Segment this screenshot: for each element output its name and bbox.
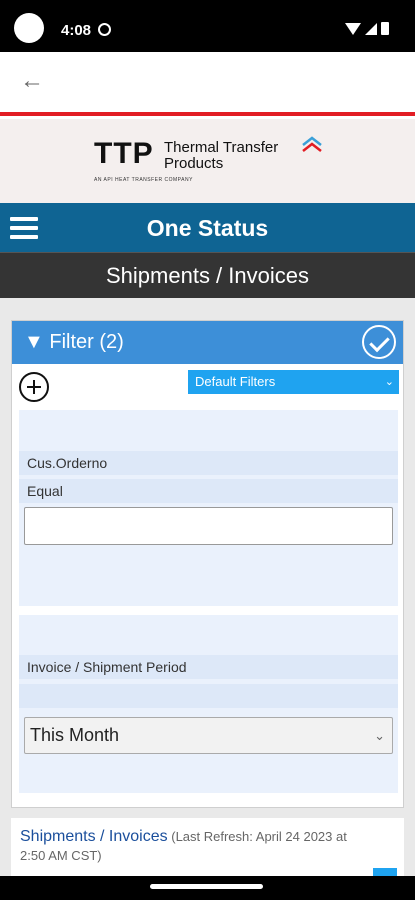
filter-condition-2: Invoice / Shipment Period This Month ⌄: [19, 615, 398, 793]
app-bar: ←: [0, 52, 415, 112]
status-time: 4:08: [61, 22, 92, 39]
gesture-nav-bar: [0, 876, 415, 900]
logo-name-line1: Thermal Transfer: [164, 139, 279, 156]
results-title-line: Shipments / Invoices (Last Refresh: Apri…: [20, 828, 347, 846]
period-select[interactable]: This Month ⌄: [24, 717, 393, 754]
period-selected-value: This Month: [30, 725, 120, 745]
results-action-tab[interactable]: [373, 868, 397, 876]
chevron-down-icon: ⌄: [374, 728, 385, 743]
camera-cutout: [14, 13, 44, 43]
logo-name-line2: Products: [164, 155, 224, 172]
refresh-info: (Last Refresh: April 24 2023 at: [167, 829, 347, 844]
operator-label: [19, 684, 398, 708]
chevron-down-icon: ⌄: [384, 376, 394, 388]
operator-label: Equal: [19, 479, 398, 503]
red-divider: [0, 112, 415, 119]
logo-abbrev: TTP: [94, 137, 154, 170]
results-title[interactable]: Shipments / Invoices: [20, 828, 168, 845]
filter-panel: ▼ Filter (2) Default Filters ⌄ Cus.Order…: [11, 320, 404, 808]
refresh-info-line2: 2:50 AM CST): [20, 848, 102, 863]
battery-icon: [381, 22, 389, 35]
vpn-icon: [98, 23, 111, 36]
wifi-icon: [345, 22, 361, 35]
company-logo: TTP Thermal Transfer Products AN API HEA…: [94, 133, 334, 193]
app-header: One Status: [0, 203, 415, 252]
page-title: Shipments / Invoices: [0, 252, 415, 298]
main-content: ▼ Filter (2) Default Filters ⌄ Cus.Order…: [0, 298, 415, 876]
filter-header[interactable]: ▼ Filter (2): [12, 321, 403, 364]
signal-icon: [365, 22, 377, 35]
logo-tagline: AN API HEAT TRANSFER COMPANY: [94, 177, 193, 183]
app-title: One Status: [146, 215, 269, 241]
field-name-label: Cus.Orderno: [19, 451, 398, 475]
order-number-input[interactable]: [24, 507, 393, 545]
default-filters-label: Default Filters: [195, 374, 276, 389]
results-card: Shipments / Invoices (Last Refresh: Apri…: [11, 818, 404, 876]
status-bar: 4:08: [0, 0, 415, 52]
add-filter-icon[interactable]: [19, 372, 49, 402]
apply-check-icon[interactable]: [362, 325, 396, 359]
home-handle[interactable]: [150, 884, 263, 889]
default-filters-select[interactable]: Default Filters ⌄: [188, 370, 399, 394]
filter-title: ▼ Filter (2): [24, 331, 124, 353]
field-name-label: Invoice / Shipment Period: [19, 655, 398, 679]
filter-condition-1: Cus.Orderno Equal: [19, 410, 398, 606]
logo-chevron-icon: [302, 136, 322, 152]
system-icons: [345, 22, 389, 35]
back-arrow-icon[interactable]: ←: [18, 67, 46, 95]
logo-banner: TTP Thermal Transfer Products AN API HEA…: [0, 119, 415, 203]
